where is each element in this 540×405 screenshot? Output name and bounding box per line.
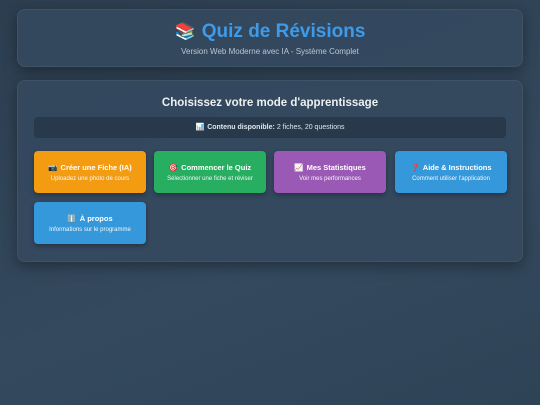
create-sheet-desc: Uploadez une photo de cours [50,176,130,182]
help-desc: Comment utiliser l'application [412,176,490,182]
create-sheet-button[interactable]: 📷 Créer une Fiche (IA) Uploadez une photo… [34,151,146,193]
content-info-label: Contenu disponible: [207,124,275,131]
create-sheet-label: Créer une Fiche (IA) [60,163,132,172]
statistics-title: 📈 Mes Statistiques [274,163,386,173]
camera-icon: 📷 [48,163,58,172]
statistics-desc: Voir mes performances [299,176,361,182]
about-button[interactable]: ℹ️ À propos Informations sur le programme [34,202,146,244]
mode-selection-card: Choisissez votre mode d'apprentissage 📊 C… [17,80,523,262]
about-label: À propos [79,214,113,223]
start-quiz-desc: Sélectionner une fiche et réviser [167,176,253,182]
app-subtitle: Version Web Moderne avec IA - Système Co… [181,47,359,56]
trend-chart-icon: 📈 [294,163,304,172]
help-button[interactable]: ❓ Aide & Instructions Comment utiliser l'… [395,151,507,193]
chart-icon: 📊 [195,124,205,131]
statistics-label: Mes Statistiques [306,163,366,172]
app-title: 📚 Quiz de Révisions [18,20,522,44]
create-sheet-title: 📷 Créer une Fiche (IA) [34,163,146,173]
about-title: ℹ️ À propos [34,214,146,224]
info-icon: ℹ️ [67,214,77,223]
header-card: 📚 Quiz de Révisions Version Web Moderne a… [17,9,523,67]
question-icon: ❓ [410,163,420,172]
statistics-button[interactable]: 📈 Mes Statistiques Voir mes performances [274,151,386,193]
content-info-bar: 📊 Contenu disponible: 2 fiches, 20 questi… [34,117,506,138]
start-quiz-button[interactable]: 🎯 Commencer le Quiz Sélectionner une fich… [154,151,266,193]
about-desc: Informations sur le programme [49,227,131,233]
target-icon: 🎯 [168,163,179,172]
help-title: ❓ Aide & Instructions [395,163,507,173]
start-quiz-title: 🎯 Commencer le Quiz [154,163,266,173]
help-label: Aide & Instructions [422,163,492,172]
content-info-value: 2 fiches, 20 questions [276,124,345,131]
app-title-text: Quiz de Révisions [201,21,366,42]
section-heading: Choisissez votre mode d'apprentissage [161,97,379,109]
start-quiz-label: Commencer le Quiz [181,163,252,172]
books-icon: 📚 [174,22,196,41]
